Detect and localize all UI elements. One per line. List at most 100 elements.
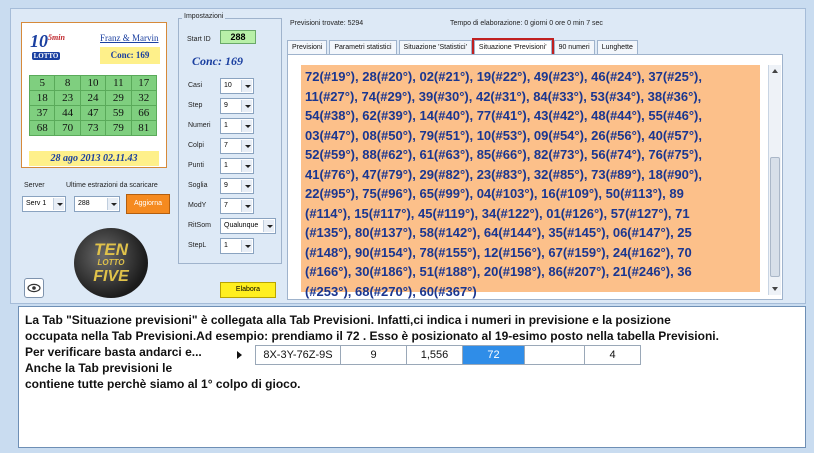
prediction-line: 52(#59°), 88(#62°), 61(#63°), 85(#66°), …	[305, 147, 703, 162]
note-line-1: La Tab "Situazione previsioni" è collega…	[25, 313, 671, 327]
prediction-line: 54(#38°), 62(#39°), 14(#40°), 77(#41°), …	[305, 108, 703, 123]
elabora-button[interactable]: Elabora	[220, 282, 276, 298]
note-line-3: Per verificare basta andarci e...	[25, 345, 202, 359]
row-cell	[525, 345, 585, 365]
chevron-down-icon	[241, 120, 252, 132]
scroll-down-icon[interactable]	[772, 287, 778, 291]
vertical-scrollbar[interactable]	[768, 65, 781, 295]
row-cell: 8X-3Y-76Z-9S	[255, 345, 341, 365]
ticket-number-cell: 44	[55, 106, 80, 120]
setting-select-numeri[interactable]: 1	[220, 118, 254, 134]
extractions-select[interactable]: 288	[74, 196, 120, 212]
extractions-label: Ultime estrazioni da scaricare	[66, 182, 158, 189]
note-line-5: contiene tutte perchè siamo al 1° colpo …	[25, 377, 301, 391]
tab-0[interactable]: Previsioni	[287, 40, 328, 54]
previsioni-row-example: 8X-3Y-76Z-9S 9 1,556 72 4	[255, 345, 641, 365]
prediction-line: (#114°), 15(#117°), 45(#119°), 34(#122°)…	[305, 205, 690, 221]
ticket-number-cell: 24	[80, 91, 106, 105]
setting-select-punti[interactable]: 1	[220, 158, 254, 174]
ticket-number-cell: 18	[30, 91, 55, 105]
annotation-textbox: La Tab "Situazione previsioni" è collega…	[18, 306, 806, 448]
tab-4[interactable]: 90 numeri	[553, 40, 595, 54]
elapsed-time: Tempo di elaborazione: 0 giorni 0 ore 0 …	[450, 20, 603, 27]
eye-button[interactable]	[24, 278, 44, 298]
scroll-thumb[interactable]	[770, 157, 780, 277]
extraction-date: 28 ago 2013 02.11.43	[29, 151, 159, 166]
setting-select-stepl[interactable]: 1	[220, 238, 254, 254]
aggiorna-button[interactable]: Aggiorna	[126, 194, 170, 214]
chevron-down-icon	[53, 198, 64, 210]
prediction-line: (#135°), 80(#137°), 58(#142°), 64(#144°)…	[305, 225, 692, 240]
ticket-number-cell: 68	[30, 121, 55, 135]
setting-select-mody[interactable]: 7	[220, 198, 254, 214]
setting-select-colpi[interactable]: 7	[220, 138, 254, 154]
tab-3[interactable]: Situazione 'Previsioni'	[471, 38, 554, 56]
prediction-line: (#166°), 30(#186°), 51(#188°), 20(#198°)…	[305, 264, 692, 279]
tab-1[interactable]: Parametri statistici	[329, 40, 397, 54]
chevron-down-icon	[241, 240, 252, 252]
predictions-found: Previsioni trovate: 5294	[290, 20, 364, 27]
chevron-down-icon	[241, 140, 252, 152]
chevron-down-icon	[241, 200, 252, 212]
scroll-up-icon[interactable]	[772, 69, 778, 73]
ticket-number-cell: 23	[55, 91, 80, 105]
chevron-down-icon	[241, 80, 252, 92]
ticket-number-cell: 47	[80, 106, 106, 120]
start-id-field[interactable]: 288	[220, 30, 256, 44]
tab-strip: Previsioni Parametri statistici Situazione…	[287, 38, 640, 56]
tab-2[interactable]: Situazione 'Statistici'	[398, 40, 472, 54]
ticket-number-cell: 29	[106, 91, 131, 105]
setting-label-ritsom: RitSom	[188, 222, 211, 229]
authors-link[interactable]: Franz & Marvin	[100, 33, 159, 43]
prediction-line: (#253°), 68(#270°), 60(#367°)	[305, 283, 477, 299]
prediction-line: 22(#95°), 75(#96°), 65(#99°), 04(#103°),…	[305, 186, 684, 201]
predictions-situation-text: 72(#19°), 28(#20°), 02(#21°), 19(#22°), …	[301, 65, 760, 299]
prediction-line: (#148°), 90(#154°), 78(#155°), 12(#156°)…	[305, 244, 692, 260]
eye-icon	[27, 283, 41, 293]
chevron-down-icon	[263, 220, 274, 232]
server-select[interactable]: Serv 1	[22, 196, 66, 212]
row-cell: 9	[341, 345, 407, 365]
setting-label-stepl: StepL	[188, 242, 207, 249]
row-pointer-icon	[237, 351, 242, 359]
10elotto-logo: 105min LOTTO	[30, 31, 65, 60]
setting-label-step: Step	[188, 102, 203, 109]
ticket-number-cell: 70	[55, 121, 80, 135]
tab-content: 72(#19°), 28(#20°), 02(#21°), 19(#22°), …	[287, 54, 783, 300]
setting-label-mody: ModY	[188, 202, 207, 209]
settings-title: Impostazioni	[182, 13, 226, 20]
tab-5[interactable]: Lunghette	[596, 40, 638, 54]
setting-label-numeri: Numeri	[188, 122, 211, 129]
ticket-number-cell: 5	[30, 76, 55, 90]
ticket-number-cell: 81	[131, 121, 156, 135]
ticket-number-cell: 8	[55, 76, 80, 90]
prediction-line: 11(#27°), 74(#29°), 39(#30°), 42(#31°), …	[305, 88, 702, 104]
setting-select-casi[interactable]: 10	[220, 78, 254, 94]
ticket-number-cell: 37	[30, 106, 55, 120]
extracted-numbers-grid: 5 8 10 11 17 18 23 24 29 32 37 44 47 59 66 68 70 73 79 81	[29, 75, 157, 136]
setting-select-ritsom[interactable]: Qualunque	[220, 218, 276, 234]
chevron-down-icon	[241, 100, 252, 112]
setting-label-punti: Punti	[188, 162, 204, 169]
row-cell: 1,556	[407, 345, 463, 365]
tenlottofive-logo: TEN LOTTO FIVE	[74, 228, 148, 298]
ticket-number-cell: 59	[106, 106, 131, 120]
ticket-panel: 105min LOTTO Franz & Marvin Conc: 169 58…	[21, 22, 167, 168]
note-line-4: Anche la Tab previsioni le	[25, 361, 173, 375]
chevron-down-icon	[241, 180, 252, 192]
setting-select-step[interactable]: 9	[220, 98, 254, 114]
setting-label-soglia: Soglia	[188, 182, 208, 189]
setting-label-colpi: Colpi	[188, 142, 204, 149]
ticket-conc: Conc: 169	[100, 47, 160, 64]
ticket-number-cell: 66	[131, 106, 156, 120]
prediction-line: 03(#47°), 08(#50°), 79(#51°), 10(#53°), …	[305, 127, 703, 143]
settings-conc: Conc: 169	[192, 54, 243, 68]
note-line-2: occupata nella Tab Previsioni.Ad esempio…	[25, 329, 719, 343]
prediction-line: 72(#19°), 28(#20°), 02(#21°), 19(#22°), …	[305, 69, 703, 84]
ticket-number-cell: 17	[131, 76, 156, 90]
ticket-number-cell: 11	[106, 76, 131, 90]
row-cell: 72	[463, 345, 525, 365]
chevron-down-icon	[241, 160, 252, 172]
setting-select-soglia[interactable]: 9	[220, 178, 254, 194]
ticket-number-cell: 32	[131, 91, 156, 105]
